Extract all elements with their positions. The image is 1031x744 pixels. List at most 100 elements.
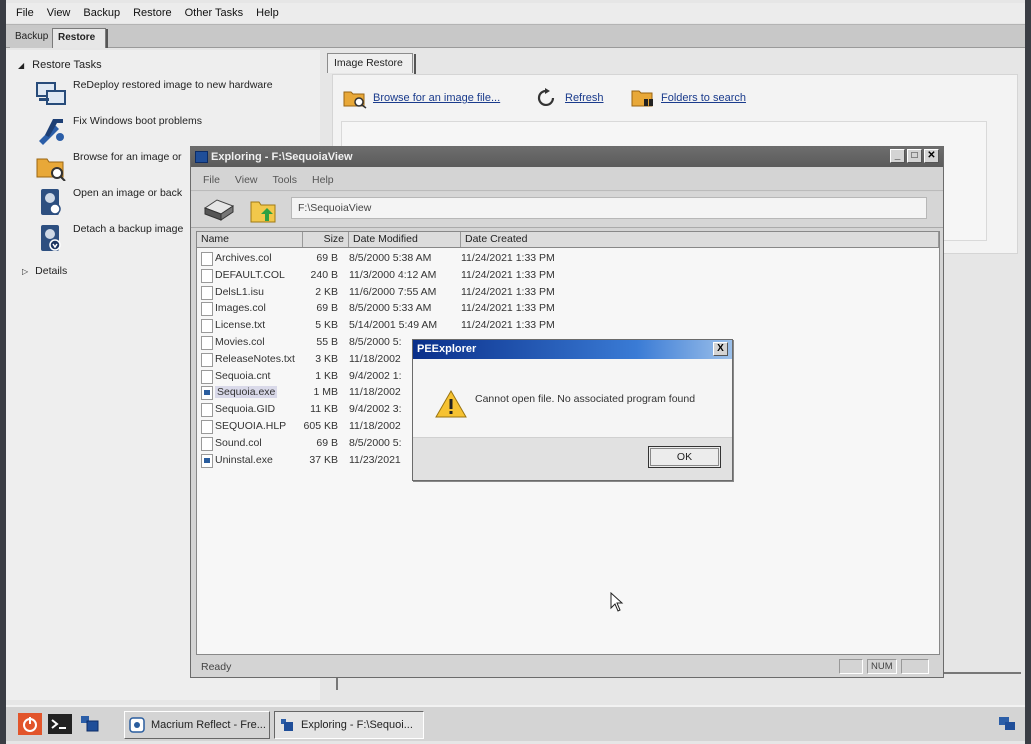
refresh-icon — [537, 88, 555, 107]
file-name: Sound.col — [215, 436, 262, 449]
dialog-titlebar[interactable]: PEExplorer X — [413, 340, 732, 359]
ok-button[interactable]: OK — [648, 446, 721, 468]
restore-tasks-title: Restore Tasks — [32, 59, 102, 71]
tools-icon — [39, 119, 64, 145]
file-name: DelsL1.isu — [215, 285, 265, 298]
power-icon[interactable] — [18, 713, 42, 735]
warning-icon — [435, 389, 467, 418]
explorer-menu-view[interactable]: View — [235, 174, 258, 186]
file-date-modified: 9/4/2002 1: — [349, 369, 402, 382]
file-date-created: 11/24/2021 1:33 PM — [461, 302, 555, 315]
dialog-close-button[interactable]: X — [713, 342, 728, 356]
explorer-menubar: File View Tools Help — [191, 169, 943, 191]
file-row[interactable]: DelsL1.isu 2 KB 11/6/2000 7:55 AM 11/24/202… — [197, 284, 939, 301]
mouse-cursor-icon — [610, 592, 624, 612]
explorer-launch-icon[interactable] — [78, 713, 102, 735]
command-prompt-icon[interactable] — [48, 713, 72, 735]
task-detach-image-label: Detach a backup image — [73, 223, 184, 235]
file-date-modified: 11/18/2002 — [349, 419, 401, 432]
restore-tasks-header[interactable]: ◢ Restore Tasks — [18, 59, 102, 71]
folders-to-search-link[interactable]: Folders to search — [631, 87, 746, 109]
file-name: Uninstal.exe — [215, 453, 273, 466]
column-date-created[interactable]: Date Created — [461, 232, 939, 247]
file-size: 69 B — [316, 252, 338, 264]
tab-image-restore[interactable]: Image Restore — [327, 53, 416, 74]
file-date-created: 11/24/2021 1:33 PM — [461, 252, 555, 264]
explorer-app-icon — [281, 719, 293, 731]
taskbar-macrium-label: Macrium Reflect - Fre... — [151, 719, 266, 731]
task-open-image-label: Open an image or back — [73, 187, 183, 199]
file-icon — [201, 352, 213, 367]
explorer-toolbar: F:\SequoiaView — [191, 192, 943, 228]
file-size: 69 B — [316, 302, 338, 315]
explorer-title: Exploring - F:\SequoiaView — [211, 151, 353, 163]
column-size[interactable]: Size — [303, 232, 349, 247]
taskbar-macrium-button[interactable]: Macrium Reflect - Fre... — [124, 711, 270, 739]
window-controls: _ □ ✕ — [890, 149, 939, 163]
explorer-menu-tools[interactable]: Tools — [273, 174, 298, 186]
file-icon — [201, 369, 213, 384]
file-icon — [201, 335, 213, 350]
close-button[interactable]: ✕ — [924, 149, 939, 163]
file-date-modified: 11/3/2000 4:12 AM — [349, 268, 437, 281]
explorer-titlebar[interactable]: Exploring - F:\SequoiaView _ □ ✕ — [191, 147, 943, 167]
file-size: 55 B — [316, 335, 338, 348]
file-size: 605 KB — [303, 419, 338, 432]
file-icon — [201, 252, 213, 266]
file-row[interactable]: License.txt 5 KB 5/14/2001 5:49 AM 11/24/20… — [197, 317, 939, 334]
file-size: 1 KB — [315, 369, 338, 382]
browse-image-link[interactable]: Browse for an image file... — [343, 87, 500, 109]
folders-to-search-link-text: Folders to search — [661, 92, 746, 104]
up-folder-icon[interactable] — [247, 196, 283, 224]
menu-other-tasks[interactable]: Other Tasks — [181, 7, 253, 19]
menu-view[interactable]: View — [43, 7, 80, 19]
folder-search-icon — [343, 91, 367, 109]
column-date-modified[interactable]: Date Modified — [349, 232, 461, 247]
task-browse-image-label: Browse for an image or — [73, 151, 182, 163]
disk-detach-icon — [41, 225, 61, 251]
browse-image-link-text: Browse for an image file... — [373, 92, 501, 104]
menu-help[interactable]: Help — [252, 7, 288, 19]
status-pane-blank — [839, 659, 863, 674]
file-name: Sequoia.exe — [215, 386, 278, 399]
explorer-statusbar: Ready NUM — [191, 657, 943, 677]
address-bar[interactable]: F:\SequoiaView — [291, 197, 927, 219]
file-row[interactable]: Archives.col 69 B 8/5/2000 5:38 AM 11/24/20… — [197, 250, 939, 267]
network-tray-icon[interactable] — [997, 713, 1017, 733]
macrium-app-icon — [129, 717, 145, 733]
file-name: Sequoia.GID — [215, 403, 276, 416]
file-date-modified: 11/6/2000 7:55 AM — [349, 285, 437, 298]
main-tabbar: Backup Restore — [6, 24, 1025, 48]
file-date-created: 11/24/2021 1:33 PM — [461, 285, 555, 298]
main-menubar: File View Backup Restore Other Tasks Hel… — [6, 3, 1025, 23]
explorer-menu-help[interactable]: Help — [312, 174, 334, 186]
task-fix-boot[interactable]: Fix Windows boot problems — [35, 113, 320, 147]
refresh-link[interactable]: Refresh — [535, 87, 604, 109]
file-date-created: 11/24/2021 1:33 PM — [461, 319, 555, 332]
menu-file[interactable]: File — [12, 7, 43, 19]
menu-restore[interactable]: Restore — [129, 7, 181, 19]
task-redeploy[interactable]: ReDeploy restored image to new hardware — [35, 77, 320, 111]
peexplorer-dialog: PEExplorer X Cannot open file. No associ… — [412, 339, 733, 481]
file-name: Movies.col — [215, 335, 265, 348]
dialog-footer: OK — [413, 437, 732, 480]
tab-restore[interactable]: Restore — [52, 28, 108, 48]
status-num: NUM — [867, 659, 897, 674]
executable-file-icon — [201, 453, 213, 468]
minimize-button[interactable]: _ — [890, 149, 905, 163]
task-fix-boot-label: Fix Windows boot problems — [73, 115, 202, 127]
menu-backup[interactable]: Backup — [79, 7, 129, 19]
executable-file-icon — [201, 386, 213, 401]
details-expander[interactable]: ▷ Details — [22, 265, 67, 277]
folder-search-icon — [36, 158, 66, 181]
taskbar-explorer-label: Exploring - F:\Sequoi... — [301, 719, 413, 731]
file-date-modified: 5/14/2001 5:49 AM — [349, 319, 438, 332]
drive-icon[interactable] — [201, 196, 237, 224]
explorer-menu-file[interactable]: File — [203, 174, 220, 186]
file-row[interactable]: DEFAULT.COL 240 B 11/3/2000 4:12 AM 11/24/2… — [197, 267, 939, 284]
maximize-button[interactable]: □ — [907, 149, 922, 163]
taskbar-explorer-button[interactable]: Exploring - F:\Sequoi... — [274, 711, 424, 739]
tab-backup[interactable]: Backup — [10, 28, 54, 48]
file-row[interactable]: Images.col 69 B 8/5/2000 5:33 AM 11/24/2021… — [197, 300, 939, 317]
column-name[interactable]: Name — [197, 232, 303, 247]
